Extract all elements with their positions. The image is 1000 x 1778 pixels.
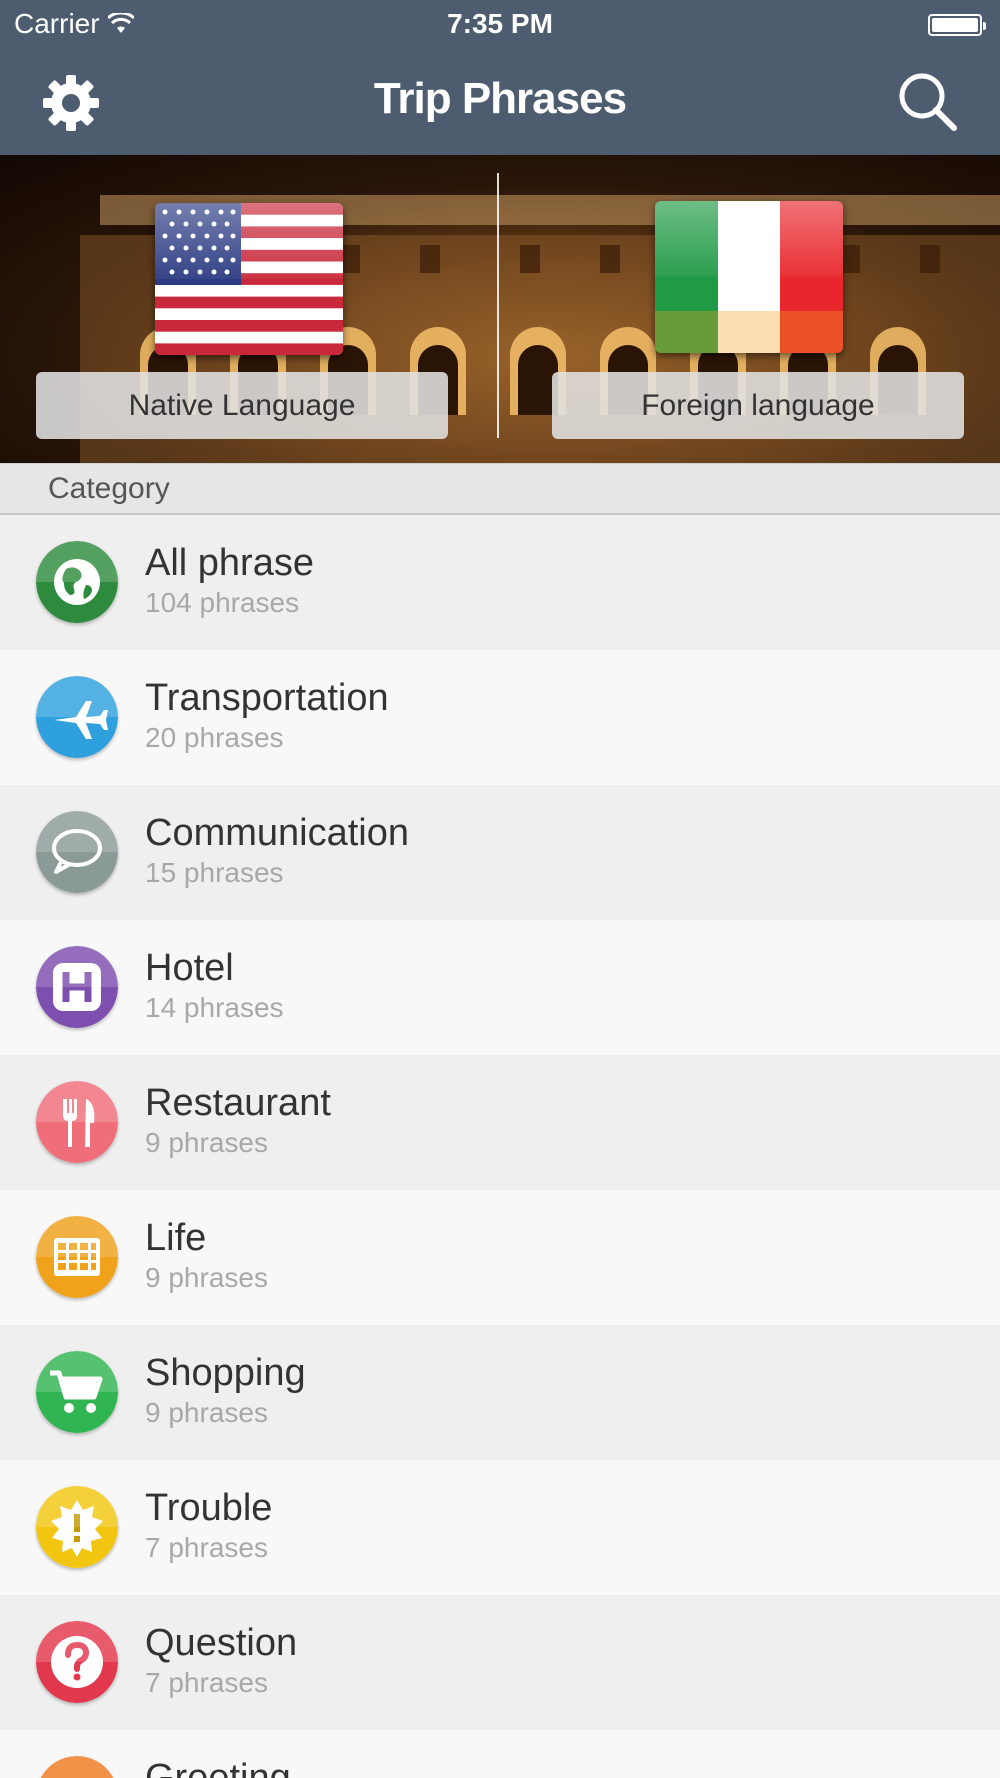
top-bar: Carrier 7:35 PM Trip Phrases — [0, 0, 1000, 155]
category-count: 9 phrases — [145, 1262, 268, 1293]
category-count: 9 phrases — [145, 1397, 268, 1428]
category-count: 14 phrases — [145, 992, 284, 1023]
category-list: All phrase 104 phrases Transportation 20… — [0, 515, 1000, 1778]
battery-icon — [928, 14, 986, 36]
category-name: Restaurant — [145, 1082, 331, 1124]
foreign-language-label: Foreign language — [641, 388, 875, 422]
category-row-all-phrase[interactable]: All phrase 104 phrases — [0, 515, 1000, 650]
greeting-icon — [36, 1756, 118, 1778]
category-row-greeting[interactable]: Greeting — [0, 1730, 1000, 1778]
status-time: 7:35 PM — [447, 8, 553, 39]
cart-icon — [36, 1351, 118, 1433]
category-name: Hotel — [145, 947, 234, 989]
category-name: Shopping — [145, 1352, 306, 1394]
category-row-transportation[interactable]: Transportation 20 phrases — [0, 650, 1000, 785]
category-name: Communication — [145, 812, 409, 854]
question-icon — [36, 1621, 118, 1703]
language-selector-hero: Native Language Foreign language — [0, 155, 1000, 463]
airplane-icon — [36, 676, 118, 758]
language-divider — [497, 173, 499, 438]
category-name: Transportation — [145, 677, 389, 719]
section-title: Category — [48, 472, 170, 505]
search-icon[interactable] — [896, 70, 960, 134]
foreign-language-flag[interactable] — [655, 201, 843, 353]
hotel-icon — [36, 946, 118, 1028]
category-row-question[interactable]: Question 7 phrases — [0, 1595, 1000, 1730]
category-name: Question — [145, 1622, 298, 1664]
category-name: All phrase — [145, 542, 314, 584]
fork-knife-icon — [36, 1081, 118, 1163]
category-name: Greeting — [145, 1757, 291, 1778]
globe-icon — [36, 541, 118, 623]
status-bar: Carrier 7:35 PM — [0, 0, 1000, 50]
page-title: Trip Phrases — [373, 74, 627, 123]
category-row-trouble[interactable]: Trouble 7 phrases — [0, 1460, 1000, 1595]
category-count: 7 phrases — [145, 1667, 268, 1698]
calendar-grid-icon — [36, 1216, 118, 1298]
alert-badge-icon — [36, 1486, 118, 1568]
speech-bubble-icon — [36, 811, 118, 893]
category-row-communication[interactable]: Communication 15 phrases — [0, 785, 1000, 920]
category-count: 9 phrases — [145, 1127, 268, 1158]
category-row-restaurant[interactable]: Restaurant 9 phrases — [0, 1055, 1000, 1190]
category-row-life[interactable]: Life 9 phrases — [0, 1190, 1000, 1325]
category-row-hotel[interactable]: Hotel 14 phrases — [0, 920, 1000, 1055]
category-row-shopping[interactable]: Shopping 9 phrases — [0, 1325, 1000, 1460]
category-name: Trouble — [145, 1487, 273, 1529]
category-count: 15 phrases — [145, 857, 284, 888]
native-language-label: Native Language — [128, 388, 356, 422]
category-count: 7 phrases — [145, 1532, 268, 1563]
foreign-language-button[interactable]: Foreign language — [552, 372, 964, 439]
category-section-header: Category — [0, 463, 1000, 515]
category-count: 20 phrases — [145, 722, 284, 753]
nav-bar: Trip Phrases — [0, 50, 1000, 155]
native-language-button[interactable]: Native Language — [36, 372, 448, 439]
category-count: 104 phrases — [145, 587, 300, 618]
category-name: Life — [145, 1217, 207, 1259]
native-language-flag[interactable] — [155, 203, 343, 355]
